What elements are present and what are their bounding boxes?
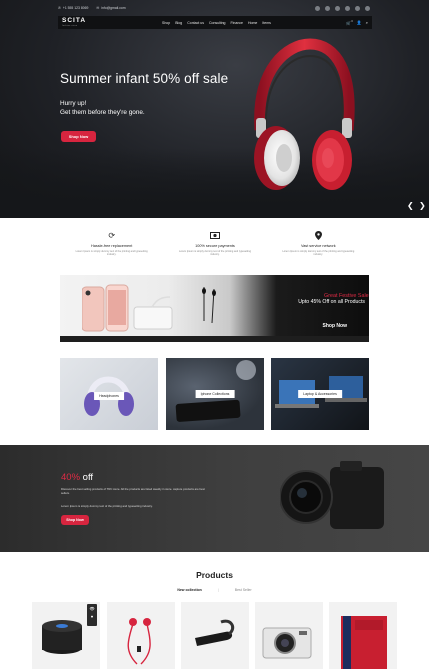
hero-slider: ✆ +1 555 123 8069 ✉ info@gmail.com SCITA… <box>0 0 429 218</box>
camera-promo-banner: 40% off Discover the best selling produc… <box>0 445 429 552</box>
menu-item-consulting[interactable]: Consulting <box>209 21 226 25</box>
product-card-earphones[interactable] <box>107 602 175 669</box>
tab-separator: | <box>217 588 219 592</box>
feature-payments: 100% secure payments Lorem Ipsum is simp… <box>163 229 266 257</box>
menu-item-items[interactable]: Items <box>262 21 271 25</box>
menu-item-blog[interactable]: Blog <box>175 21 182 25</box>
features-row: ⟳ Hassle-free replacement Lorem Ipsum is… <box>60 229 370 257</box>
category-label: Iphone Collections <box>195 390 235 398</box>
phone-icon: ✆ <box>58 6 61 10</box>
search-icon[interactable]: ⌕ <box>366 20 368 25</box>
banner-stripe <box>60 336 369 342</box>
phone-case-image <box>341 616 387 669</box>
pinterest-icon[interactable] <box>345 5 350 11</box>
view-icon[interactable]: 👁 <box>87 606 97 611</box>
products-heading: Products <box>196 570 233 580</box>
cart-icon[interactable]: 🛒0 <box>346 20 352 25</box>
site-logo[interactable]: SCITA fashion store <box>62 17 86 27</box>
cart-count: 0 <box>351 19 353 23</box>
twitter-icon[interactable] <box>325 5 330 11</box>
hero-shop-now-button[interactable]: Shop Now <box>61 131 96 142</box>
email-contact[interactable]: ✉ info@gmail.com <box>96 6 125 10</box>
quick-actions: 👁 ♥ <box>87 604 97 626</box>
menu-item-finance[interactable]: Finance <box>231 21 243 25</box>
feature-replacement: ⟳ Hassle-free replacement Lorem Ipsum is… <box>60 229 163 257</box>
product-card-phone-case[interactable] <box>329 602 397 669</box>
slider-prev-arrow[interactable]: ❮ <box>407 202 414 210</box>
hero-subtitle: Hurry up! Get them before they're gone. <box>60 100 145 116</box>
social-links <box>315 5 370 11</box>
phone-contact[interactable]: ✆ +1 555 123 8069 <box>58 6 88 10</box>
festive-shop-now-link[interactable]: Shop Now <box>323 323 347 329</box>
menu-item-home[interactable]: Home <box>248 21 257 25</box>
location-icon <box>267 229 370 241</box>
feature-service: Vast service network Lorem Ipsum is simp… <box>267 229 370 257</box>
menu-item-contact[interactable]: Contact us <box>187 21 204 25</box>
compact-camera-image <box>262 627 312 659</box>
instagram-icon[interactable] <box>365 5 370 11</box>
festive-sale-banner[interactable]: Great Festive Sale Upto 45% Off on all P… <box>60 275 369 342</box>
product-card-headset[interactable] <box>181 602 249 669</box>
product-card-speaker[interactable]: 👁 ♥ <box>32 602 100 669</box>
tab-best-seller[interactable]: Best Seller <box>235 588 252 592</box>
tab-new-collection[interactable]: New collection <box>177 588 202 592</box>
menu-item-shop[interactable]: Shop <box>162 21 170 25</box>
camera-image <box>280 461 384 529</box>
festive-sale-offer: Upto 45% Off on all Products <box>298 299 365 305</box>
hero-title: Summer infant 50% off sale <box>60 71 229 86</box>
youtube-icon[interactable] <box>355 5 360 11</box>
slider-next-arrow[interactable]: ❯ <box>419 202 426 210</box>
product-card-camera[interactable] <box>255 602 323 669</box>
earphones-image <box>127 618 151 665</box>
promo-subtext: Lorem Ipsum is simply dummy text of the … <box>61 504 153 508</box>
category-iphone[interactable]: Iphone Collections <box>166 358 264 430</box>
google-plus-icon[interactable] <box>335 5 340 11</box>
headphones-image <box>254 38 355 190</box>
promo-discount: 40% off <box>61 472 94 483</box>
products-tabs: New collection | Best Seller <box>0 588 429 592</box>
refresh-icon: ⟳ <box>108 230 116 240</box>
category-laptops[interactable]: Laptop & Accessories <box>271 358 369 430</box>
bluetooth-headset-image <box>195 619 235 646</box>
promo-shop-now-button[interactable]: Shop Now <box>61 515 89 525</box>
category-headphones[interactable]: Headphones <box>60 358 158 430</box>
hero-floor <box>0 148 429 218</box>
category-label: Headphones <box>94 392 124 400</box>
main-menu: Shop Blog Contact us Consulting Finance … <box>162 21 271 25</box>
phone-powerbank-image <box>82 284 216 332</box>
mail-icon: ✉ <box>96 6 100 10</box>
heart-icon[interactable]: ♥ <box>87 614 97 619</box>
main-navbar: SCITA fashion store Shop Blog Contact us… <box>58 16 372 29</box>
user-icon[interactable]: 👤 <box>357 20 362 25</box>
promo-text: Discover the best selling products of TR… <box>61 487 205 495</box>
facebook-icon[interactable] <box>315 5 320 11</box>
category-label: Laptop & Accessories <box>298 390 342 398</box>
money-icon <box>163 229 266 241</box>
top-bar: ✆ +1 555 123 8069 ✉ info@gmail.com <box>58 3 370 13</box>
